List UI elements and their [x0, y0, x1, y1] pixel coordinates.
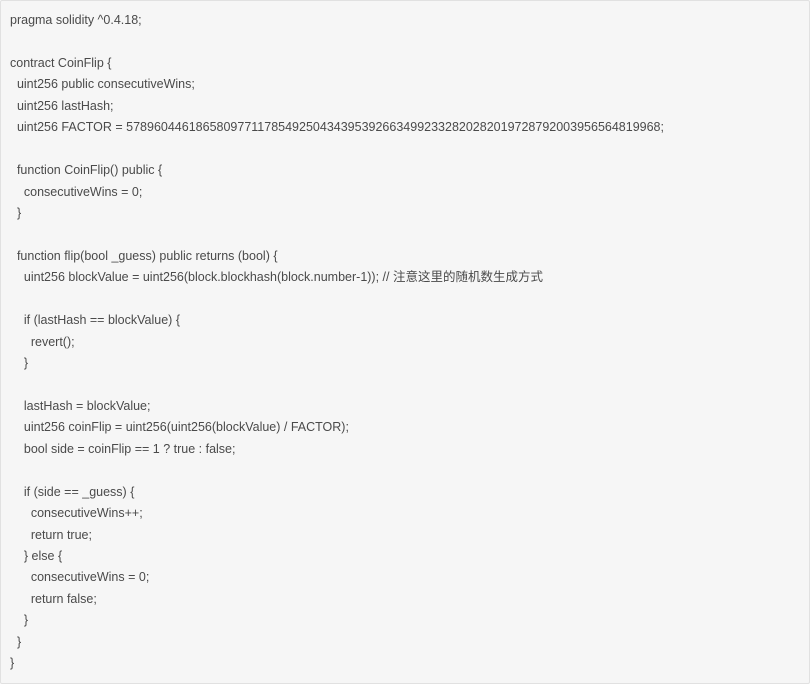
code-line: return false;	[10, 591, 97, 606]
code-line: function flip(bool _guess) public return…	[10, 248, 278, 263]
code-line: uint256 FACTOR = 57896044618658097711785…	[10, 120, 664, 135]
code-line: consecutiveWins = 0;	[10, 184, 143, 199]
code-line: }	[10, 613, 29, 628]
code-line: return true;	[10, 527, 92, 542]
code-listing: pragma solidity ^0.4.18; contract CoinFli…	[10, 10, 664, 675]
code-line: uint256 lastHash;	[10, 98, 114, 113]
code-line: if (lastHash == blockValue) {	[10, 313, 180, 328]
code-line: consecutiveWins++;	[10, 506, 143, 521]
code-line: }	[10, 634, 22, 649]
code-line: }	[10, 356, 29, 370]
code-line: consecutiveWins = 0;	[10, 570, 150, 585]
code-line: lastHash = blockValue;	[10, 398, 151, 413]
code-block: pragma solidity ^0.4.18; contract CoinFli…	[0, 0, 810, 684]
code-line: }	[10, 656, 15, 671]
code-line: pragma solidity ^0.4.18;	[10, 13, 142, 27]
code-line: if (side == _guess) {	[10, 484, 135, 499]
code-line: }	[10, 205, 22, 220]
code-line: contract CoinFlip {	[10, 55, 112, 70]
code-line: uint256 coinFlip = uint256(uint256(block…	[10, 420, 349, 435]
code-line: revert();	[10, 334, 75, 349]
code-line: } else {	[10, 548, 63, 563]
code-line: uint256 public consecutiveWins;	[10, 77, 195, 92]
code-line: bool side = coinFlip == 1 ? true : false…	[10, 441, 236, 456]
code-line: uint256 blockValue = uint256(block.block…	[10, 270, 543, 285]
code-line: function CoinFlip() public {	[10, 163, 163, 178]
